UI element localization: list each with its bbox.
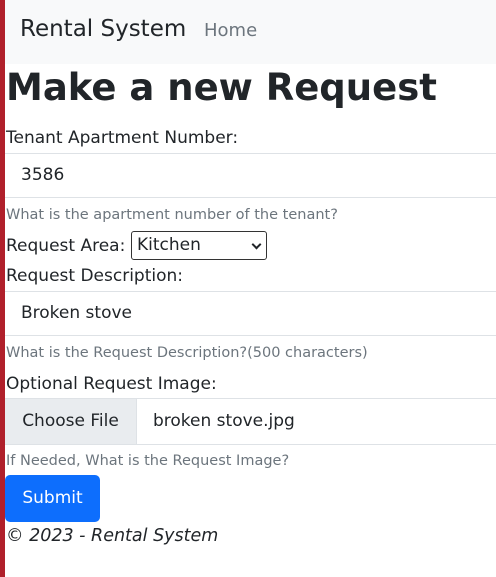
request-description-label: Request Description:: [6, 266, 184, 286]
request-area-select[interactable]: Kitchen: [131, 231, 267, 260]
navbar: Rental System Home: [5, 0, 496, 64]
request-area-selected-value: Kitchen: [137, 235, 201, 255]
page-title: Make a new Request: [6, 66, 437, 109]
apartment-number-label: Tenant Apartment Number:: [6, 128, 239, 148]
request-description-help: What is the Request Description?(500 cha…: [6, 345, 368, 361]
chevron-down-icon: [251, 239, 262, 250]
apartment-number-help: What is the apartment number of the tena…: [6, 207, 338, 223]
request-image-help: If Needed, What is the Request Image?: [6, 453, 290, 469]
request-image-label: Optional Request Image:: [6, 374, 217, 394]
nav-link-home[interactable]: Home: [204, 20, 257, 41]
apartment-number-input[interactable]: 3586: [5, 153, 496, 198]
request-image-file-input[interactable]: Choose File broken stove.jpg: [5, 398, 496, 445]
submit-button[interactable]: Submit: [5, 475, 100, 522]
footer-copyright: © 2023 - Rental System: [6, 526, 219, 546]
navbar-brand[interactable]: Rental System: [20, 16, 186, 42]
request-description-input[interactable]: Broken stove: [5, 291, 496, 336]
request-area-label: Request Area:: [6, 236, 126, 256]
choose-file-button[interactable]: Choose File: [5, 399, 137, 444]
selected-file-name: broken stove.jpg: [153, 411, 295, 431]
